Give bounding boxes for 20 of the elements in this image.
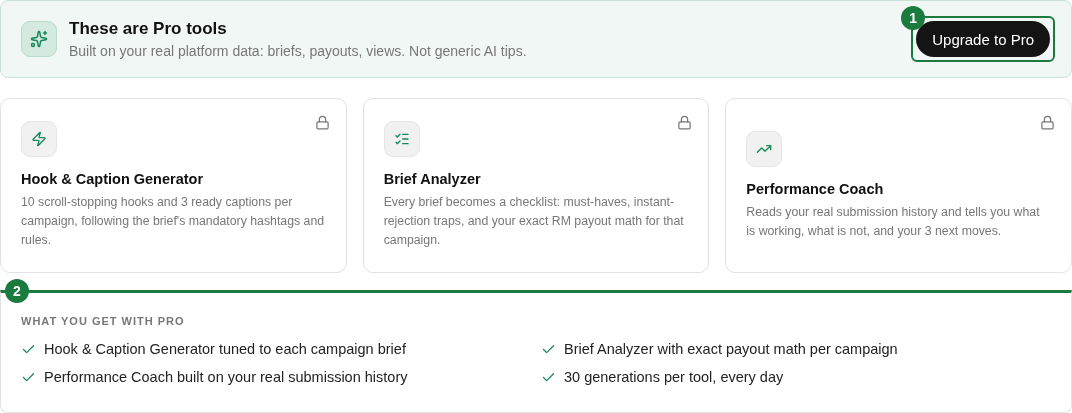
benefit-text: Hook & Caption Generator tuned to each campaign brief xyxy=(44,341,406,357)
banner-subtitle: Built on your real platform data: briefs, payouts, views. Not generic AI tips. xyxy=(69,43,528,59)
card-title: Hook & Caption Generator xyxy=(21,171,205,187)
benefit-text: Performance Coach built on your real submission history xyxy=(44,369,408,385)
card-description: 10 scroll-stopping hooks and 3 ready captions per campaign, following the brief's mandatory hashtags and rules. xyxy=(21,194,326,249)
section-heading: WHAT YOU GET WITH PRO xyxy=(21,315,186,327)
step-marker: 1 xyxy=(901,6,926,30)
trend-up-icon xyxy=(746,130,783,167)
sparkle-icon xyxy=(21,21,57,57)
card-title: Performance Coach xyxy=(746,180,885,197)
card-description: Reads your real submission history and tells you what is working, what is not, and your 3 next moves. xyxy=(746,203,1041,240)
step-marker: 2 xyxy=(5,279,29,303)
card-description: Every brief becomes a checklist: must-haves, instant-rejection traps, and your exact RM payout math for that campaign. xyxy=(383,194,685,249)
upgrade-button[interactable]: Upgrade to Pro xyxy=(916,21,1050,57)
card-title: Brief Analyzer xyxy=(383,171,482,187)
checklist-icon xyxy=(383,121,420,157)
banner-title: These are Pro tools xyxy=(69,19,228,39)
benefit-text: Brief Analyzer with exact payout math per campaign xyxy=(564,341,898,357)
benefit-text: 30 generations per tool, every day xyxy=(564,369,784,385)
lightning-icon xyxy=(21,121,57,157)
